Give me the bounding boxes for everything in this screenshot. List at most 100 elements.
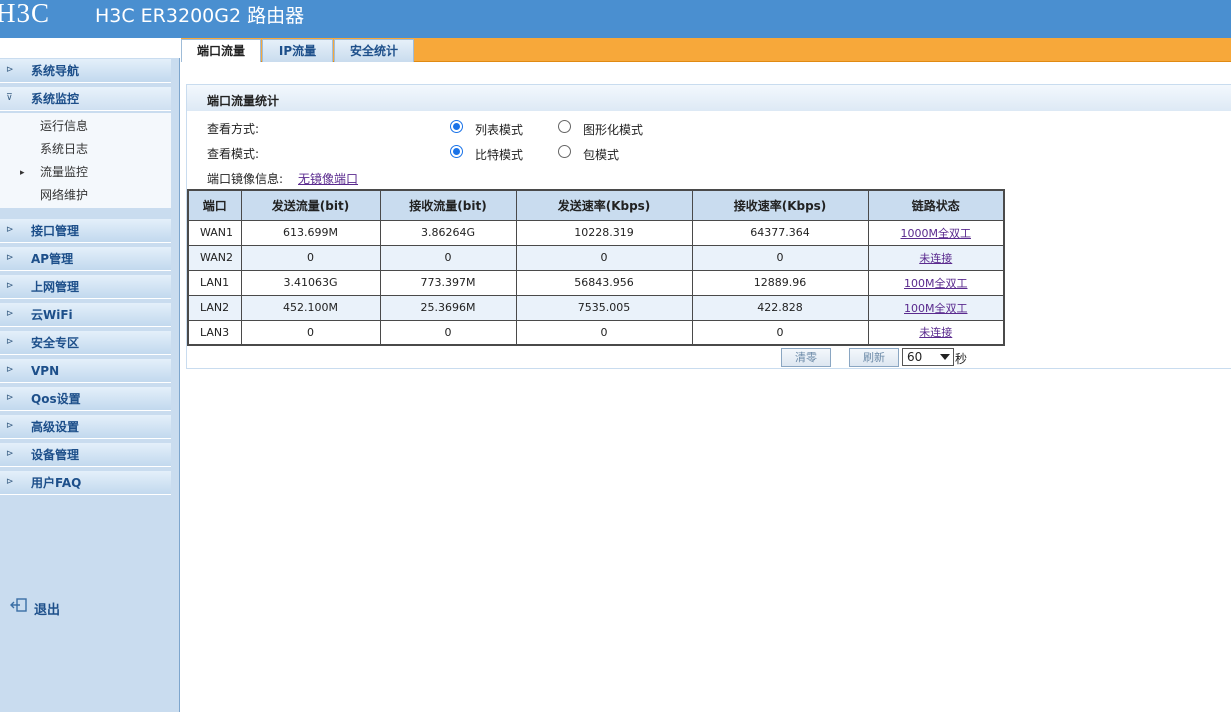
sidebar-item-advanced[interactable]: ⊳ 高级设置 <box>0 415 171 439</box>
radio-graph-mode-label: 图形化模式 <box>583 123 644 137</box>
cell-link-status: 100M全双工 <box>867 294 1005 321</box>
radio-graph-mode[interactable] <box>558 120 571 133</box>
logout-label: 退出 <box>34 603 61 618</box>
submenu-item-network-maintenance[interactable]: 网络维护 <box>40 188 88 202</box>
sidebar: ⊳ 系统导航 ⊽ 系统监控 运行信息 系统日志 ▸ 流量监控 网络维护 ⊳ 接口… <box>0 38 180 712</box>
cell-port: WAN2 <box>187 244 242 271</box>
panel-title: 端口流量统计 <box>207 94 280 108</box>
tab-security-stats[interactable]: 安全统计 <box>334 39 414 62</box>
cell-port: LAN1 <box>187 269 242 296</box>
h3c-logo: H3C <box>0 0 51 28</box>
cell-rx-traffic: 0 <box>379 319 517 346</box>
link-status-link[interactable]: 未连接 <box>919 252 952 265</box>
submenu-item-traffic-monitor[interactable]: 流量监控 <box>40 165 88 179</box>
sidebar-item-vpn[interactable]: ⊳ VPN <box>0 359 171 383</box>
sidebar-item-label: 上网管理 <box>31 280 80 294</box>
refresh-interval-select[interactable]: 60 <box>902 348 954 366</box>
sidebar-item-interface[interactable]: ⊳ 接口管理 <box>0 219 171 243</box>
cell-link-status: 1000M全双工 <box>867 219 1005 246</box>
sidebar-item-device[interactable]: ⊳ 设备管理 <box>0 443 171 467</box>
cell-rx-rate: 12889.96 <box>691 269 869 296</box>
cell-tx-traffic: 0 <box>240 319 381 346</box>
cell-rx-rate: 0 <box>691 319 869 346</box>
sidebar-item-label: 系统监控 <box>31 92 80 106</box>
sidebar-item-label: 设备管理 <box>31 448 80 462</box>
sidebar-item-internet[interactable]: ⊳ 上网管理 <box>0 275 171 299</box>
cell-tx-rate: 56843.956 <box>515 269 693 296</box>
expand-arrow-icon: ⊳ <box>6 393 14 403</box>
column-header-rx-traffic: 接收流量(bit) <box>379 189 517 221</box>
table-row: LAN2 452.100M 25.3696M 7535.005 422.828 … <box>187 294 1005 321</box>
expand-arrow-icon: ⊳ <box>6 477 14 487</box>
sidebar-item-label: 高级设置 <box>31 420 80 434</box>
expand-arrow-icon: ⊳ <box>6 421 14 431</box>
mirror-port-link[interactable]: 无镜像端口 <box>298 170 358 187</box>
cell-tx-traffic: 0 <box>240 244 381 271</box>
cell-tx-rate: 10228.319 <box>515 219 693 246</box>
column-header-port: 端口 <box>187 189 242 221</box>
expand-arrow-icon: ⊳ <box>6 337 14 347</box>
expand-arrow-icon: ⊳ <box>6 65 14 75</box>
radio-bit-mode[interactable] <box>450 145 463 158</box>
column-header-tx-traffic: 发送流量(bit) <box>240 189 381 221</box>
collapse-arrow-icon: ⊽ <box>6 93 13 103</box>
radio-packet-mode[interactable] <box>558 145 571 158</box>
submenu-item-system-log[interactable]: 系统日志 <box>40 142 88 156</box>
expand-arrow-icon: ⊳ <box>6 365 14 375</box>
cell-tx-rate: 0 <box>515 319 693 346</box>
cell-tx-traffic: 452.100M <box>240 294 381 321</box>
link-status-link[interactable]: 1000M全双工 <box>901 227 972 240</box>
expand-arrow-icon: ⊳ <box>6 281 14 291</box>
logout-icon <box>10 598 27 612</box>
sidebar-item-label: 云WiFi <box>31 308 73 322</box>
sidebar-top-strip <box>0 38 180 58</box>
app-title: H3C ER3200G2 路由器 <box>95 5 305 27</box>
link-status-link[interactable]: 100M全双工 <box>904 302 968 315</box>
sidebar-item-faq[interactable]: ⊳ 用户FAQ <box>0 471 171 495</box>
clear-button[interactable]: 清零 <box>781 348 831 367</box>
app-header: H3C H3C ER3200G2 路由器 <box>0 0 1231 38</box>
sidebar-item-qos[interactable]: ⊳ Qos设置 <box>0 387 171 411</box>
cell-link-status: 未连接 <box>867 244 1005 271</box>
cell-rx-rate: 0 <box>691 244 869 271</box>
submenu-item-run-info[interactable]: 运行信息 <box>40 119 88 133</box>
sidebar-item-cloud-wifi[interactable]: ⊳ 云WiFi <box>0 303 171 327</box>
cell-tx-rate: 0 <box>515 244 693 271</box>
table-row: WAN1 613.699M 3.86264G 10228.319 64377.3… <box>187 219 1005 246</box>
chevron-down-icon <box>940 354 950 360</box>
cell-rx-rate: 64377.364 <box>691 219 869 246</box>
sidebar-item-label: 系统导航 <box>31 64 80 78</box>
column-header-tx-rate: 发送速率(Kbps) <box>515 189 693 221</box>
expand-arrow-icon: ⊳ <box>6 309 14 319</box>
sidebar-item-label: 接口管理 <box>31 224 80 238</box>
table-header-row: 端口 发送流量(bit) 接收流量(bit) 发送速率(Kbps) 接收速率(K… <box>187 189 1005 221</box>
sidebar-item-security[interactable]: ⊳ 安全专区 <box>0 331 171 355</box>
sidebar-item-label: VPN <box>31 364 60 378</box>
table-row: LAN3 0 0 0 0 未连接 <box>187 319 1005 346</box>
panel-title-bar: 端口流量统计 <box>187 84 1231 111</box>
radio-packet-mode-label: 包模式 <box>583 148 620 162</box>
sidebar-item-label: AP管理 <box>31 252 74 266</box>
link-status-link[interactable]: 100M全双工 <box>904 277 968 290</box>
table-row: LAN1 3.41063G 773.397M 56843.956 12889.9… <box>187 269 1005 296</box>
radio-list-mode[interactable] <box>450 120 463 133</box>
unit-mode-label: 查看模式: <box>207 147 260 161</box>
expand-arrow-icon: ⊳ <box>6 253 14 263</box>
sidebar-item-system-nav[interactable]: ⊳ 系统导航 <box>0 59 171 83</box>
sidebar-item-label: Qos设置 <box>31 392 81 406</box>
refresh-interval-value: 60 <box>907 350 923 364</box>
cell-link-status: 未连接 <box>867 319 1005 346</box>
sidebar-item-ap[interactable]: ⊳ AP管理 <box>0 247 171 271</box>
sidebar-item-system-monitor[interactable]: ⊽ 系统监控 <box>0 87 171 111</box>
refresh-button[interactable]: 刷新 <box>849 348 899 367</box>
cell-link-status: 100M全双工 <box>867 269 1005 296</box>
submenu-system-monitor: 运行信息 系统日志 ▸ 流量监控 网络维护 <box>0 113 171 208</box>
cell-port: LAN2 <box>187 294 242 321</box>
cell-tx-rate: 7535.005 <box>515 294 693 321</box>
tab-ip-traffic[interactable]: IP流量 <box>262 39 333 62</box>
tab-port-traffic[interactable]: 端口流量 <box>181 39 261 62</box>
link-status-link[interactable]: 未连接 <box>919 326 952 339</box>
tab-bar: 端口流量 IP流量 安全统计 <box>181 38 1231 62</box>
cell-rx-traffic: 25.3696M <box>379 294 517 321</box>
cell-rx-traffic: 773.397M <box>379 269 517 296</box>
